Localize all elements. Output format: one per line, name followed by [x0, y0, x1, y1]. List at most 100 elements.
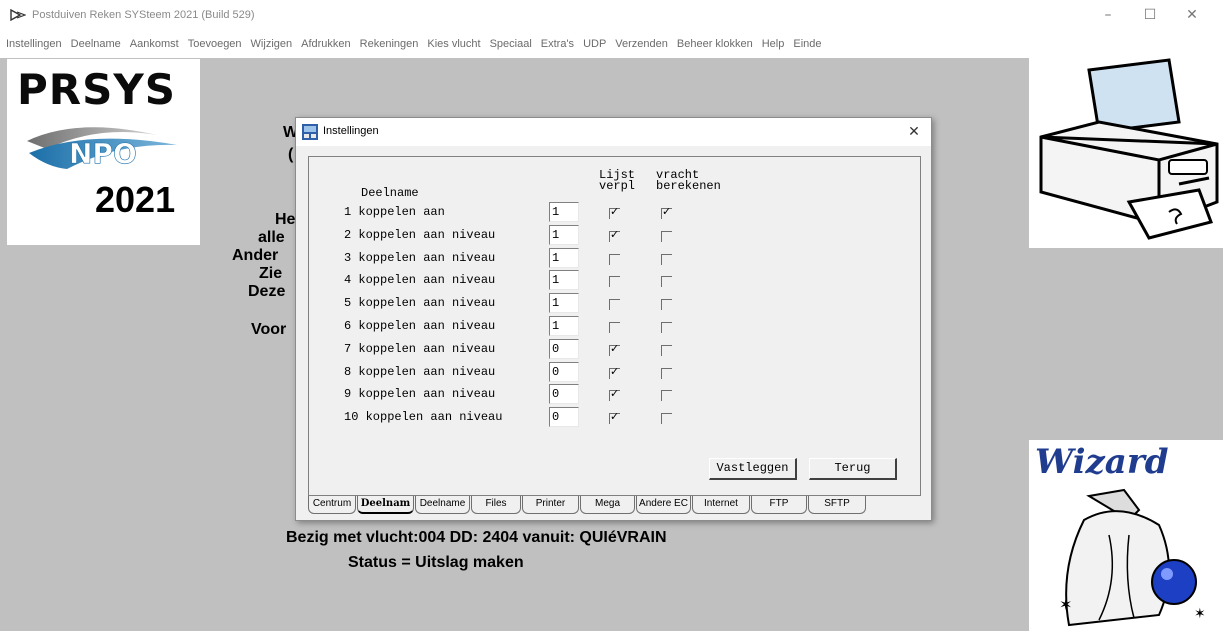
tab-deelname[interactable]: Deelname: [415, 496, 470, 514]
wizard-icon: ✶ ✶: [1059, 488, 1206, 627]
row-value-input[interactable]: 0: [549, 407, 579, 427]
tab-sftp[interactable]: SFTP: [808, 496, 866, 514]
row-value-input[interactable]: 1: [549, 316, 579, 336]
checkmark-icon: ✓: [610, 410, 620, 423]
lijst-verpl-checkbox[interactable]: ✓: [609, 365, 620, 379]
logo-brand: PRSYS: [17, 65, 177, 114]
menu-afdrukken[interactable]: Afdrukken: [301, 38, 351, 50]
lijst-verpl-checkbox[interactable]: ✓: [609, 410, 620, 424]
dialog-app-icon: [302, 124, 318, 140]
row-value-input[interactable]: 1: [549, 202, 579, 222]
prsys-logo: PRSYS NPO 2021: [7, 59, 200, 245]
status-flight: Bezig met vlucht:004 DD: 2404 vanuit: QU…: [286, 529, 667, 546]
lijst-verpl-checkbox[interactable]: ✓: [609, 206, 620, 219]
menu-udp[interactable]: UDP: [583, 38, 606, 50]
menu-aankomst[interactable]: Aankomst: [130, 38, 179, 50]
lijst-verpl-checkbox[interactable]: ✓: [609, 388, 620, 401]
tab-printer[interactable]: Printer: [522, 496, 579, 514]
close-window-button[interactable]: ✕: [1172, 4, 1212, 26]
row-label: 2 koppelen aan niveau: [344, 228, 496, 242]
bg-text-line-2: (: [288, 146, 294, 163]
menu-deelname[interactable]: Deelname: [71, 38, 121, 50]
menu-wijzigen[interactable]: Wijzigen: [251, 38, 293, 50]
window-titlebar: Postduiven Reken SYSteem 2021 (Build 529…: [0, 0, 1223, 30]
row-value-input[interactable]: 1: [549, 293, 579, 313]
lijst-verpl-checkbox[interactable]: [609, 322, 620, 333]
dialog-titlebar: Instellingen ✕: [296, 118, 931, 146]
dialog-title: Instellingen: [323, 125, 379, 137]
npo-logo-graphic: NPO: [27, 127, 177, 170]
menu-rekeningen[interactable]: Rekeningen: [360, 38, 419, 50]
bg-text-line-4: alle: [258, 229, 285, 246]
tab-deelnam[interactable]: Deelnam: [357, 496, 414, 514]
row-value-input[interactable]: 0: [549, 384, 579, 404]
logo-year: 2021: [95, 179, 176, 220]
maximize-button[interactable]: ☐: [1130, 4, 1170, 26]
status-state: Status = Uitslag maken: [348, 554, 524, 571]
bg-text-line-5: Ander: [232, 247, 279, 264]
vracht-berekenen-checkbox[interactable]: ✓: [661, 206, 672, 219]
row-label: 1 koppelen aan: [344, 205, 445, 219]
vracht-berekenen-checkbox[interactable]: [661, 231, 672, 242]
checkmark-icon: ✓: [610, 342, 620, 355]
tab-internet[interactable]: Internet: [692, 496, 750, 514]
bg-text-line-7: Deze: [248, 283, 286, 300]
row-label: 10 koppelen aan niveau: [344, 410, 503, 424]
bg-text-line-3: He: [275, 211, 296, 228]
row-label: 8 koppelen aan niveau: [344, 365, 496, 379]
lijst-verpl-checkbox[interactable]: ✓: [609, 342, 620, 356]
app-icon: [10, 9, 26, 21]
terug-button[interactable]: Terug: [809, 458, 897, 480]
vracht-berekenen-checkbox[interactable]: [661, 390, 672, 401]
lijst-verpl-checkbox[interactable]: [609, 254, 620, 265]
tab-files[interactable]: Files: [471, 496, 521, 514]
tab-andere-ec[interactable]: Andere EC: [636, 496, 691, 514]
vracht-berekenen-checkbox[interactable]: [661, 368, 672, 379]
checkmark-icon: ✓: [610, 365, 620, 378]
menu-help[interactable]: Help: [762, 38, 785, 50]
vracht-berekenen-checkbox[interactable]: [661, 322, 672, 333]
row-value-input[interactable]: 1: [549, 270, 579, 290]
tab-centrum[interactable]: Centrum: [308, 496, 356, 514]
vracht-berekenen-checkbox[interactable]: [661, 345, 672, 356]
row-value-input[interactable]: 0: [549, 339, 579, 359]
row-value-input[interactable]: 0: [549, 362, 579, 382]
vracht-berekenen-checkbox[interactable]: [661, 299, 672, 310]
header-deelname: Deelname: [361, 186, 419, 200]
dialog-close-button[interactable]: ✕: [903, 122, 925, 142]
row-label: 9 koppelen aan niveau: [344, 387, 496, 401]
vastleggen-button[interactable]: Vastleggen: [709, 458, 797, 480]
printer-icon: [1039, 58, 1219, 240]
menu-einde[interactable]: Einde: [793, 38, 821, 50]
wizard-image: Wizard ✶ ✶: [1029, 440, 1223, 631]
logo-sub: NPO: [69, 137, 137, 170]
row-value-input[interactable]: 1: [549, 225, 579, 245]
menu-speciaal[interactable]: Speciaal: [490, 38, 532, 50]
vracht-berekenen-checkbox[interactable]: [661, 276, 672, 287]
tab-ftp[interactable]: FTP: [751, 496, 807, 514]
menu-extras[interactable]: Extra's: [541, 38, 574, 50]
menu-kies-vlucht[interactable]: Kies vlucht: [427, 38, 480, 50]
bg-text-line-6: Zie: [259, 265, 283, 282]
menu-beheer-klokken[interactable]: Beheer klokken: [677, 38, 753, 50]
lijst-verpl-checkbox[interactable]: ✓: [609, 228, 620, 242]
vracht-berekenen-checkbox[interactable]: [661, 254, 672, 265]
svg-text:✶: ✶: [1059, 595, 1072, 614]
svg-text:✶: ✶: [1194, 606, 1206, 622]
vracht-berekenen-checkbox[interactable]: [661, 413, 672, 424]
lijst-verpl-checkbox[interactable]: [609, 276, 620, 287]
tab-mega[interactable]: Mega: [580, 496, 635, 514]
settings-dialog: Instellingen ✕ Deelname Lijst verpl vrac…: [295, 117, 932, 521]
row-label: 6 koppelen aan niveau: [344, 319, 496, 333]
row-value-input[interactable]: 1: [549, 248, 579, 268]
minimize-button[interactable]: –: [1088, 4, 1128, 26]
row-label: 4 koppelen aan niveau: [344, 273, 496, 287]
menu-toevoegen[interactable]: Toevoegen: [188, 38, 242, 50]
menu-verzenden[interactable]: Verzenden: [615, 38, 668, 50]
lijst-verpl-checkbox[interactable]: [609, 299, 620, 310]
header-berekenen: berekenen: [656, 179, 721, 193]
deelnam-panel: Deelname Lijst verpl vracht berekenen 1 …: [308, 156, 921, 496]
menu-instellingen[interactable]: Instellingen: [6, 38, 62, 50]
bg-text-line-8: Voor: [251, 321, 287, 338]
checkmark-icon: ✓: [610, 228, 620, 241]
